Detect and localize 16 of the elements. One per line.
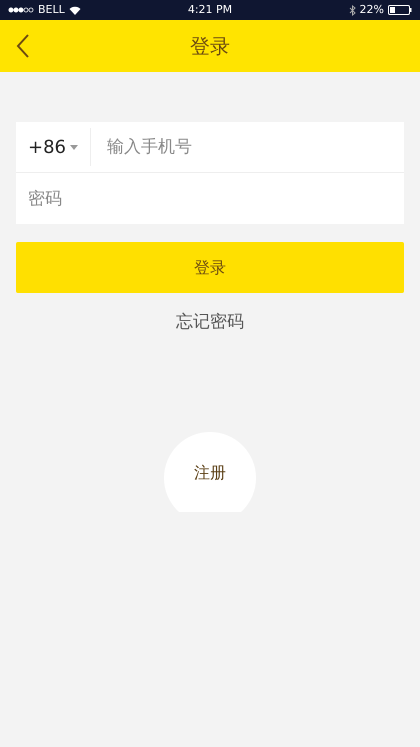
password-input[interactable]: 密码: [16, 173, 404, 224]
page-title: 登录: [190, 33, 230, 60]
battery-percent: 22%: [360, 2, 384, 18]
carrier-name: BELL: [38, 2, 65, 18]
wifi-icon: [68, 6, 81, 14]
caret-icon: [70, 144, 78, 150]
battery-icon: [388, 5, 412, 15]
login-button[interactable]: 登录: [16, 242, 404, 293]
register-button[interactable]: 注册: [164, 432, 256, 512]
back-icon[interactable]: [16, 34, 30, 58]
signal-icon: [8, 7, 34, 13]
forgot-password-link[interactable]: 忘记密码: [170, 309, 250, 336]
clock-time: 4:21 PM: [188, 2, 232, 18]
bluetooth-icon: [348, 4, 356, 16]
country-code-selector[interactable]: +86: [16, 132, 86, 162]
phone-field[interactable]: +86 输入手机号: [16, 122, 404, 173]
